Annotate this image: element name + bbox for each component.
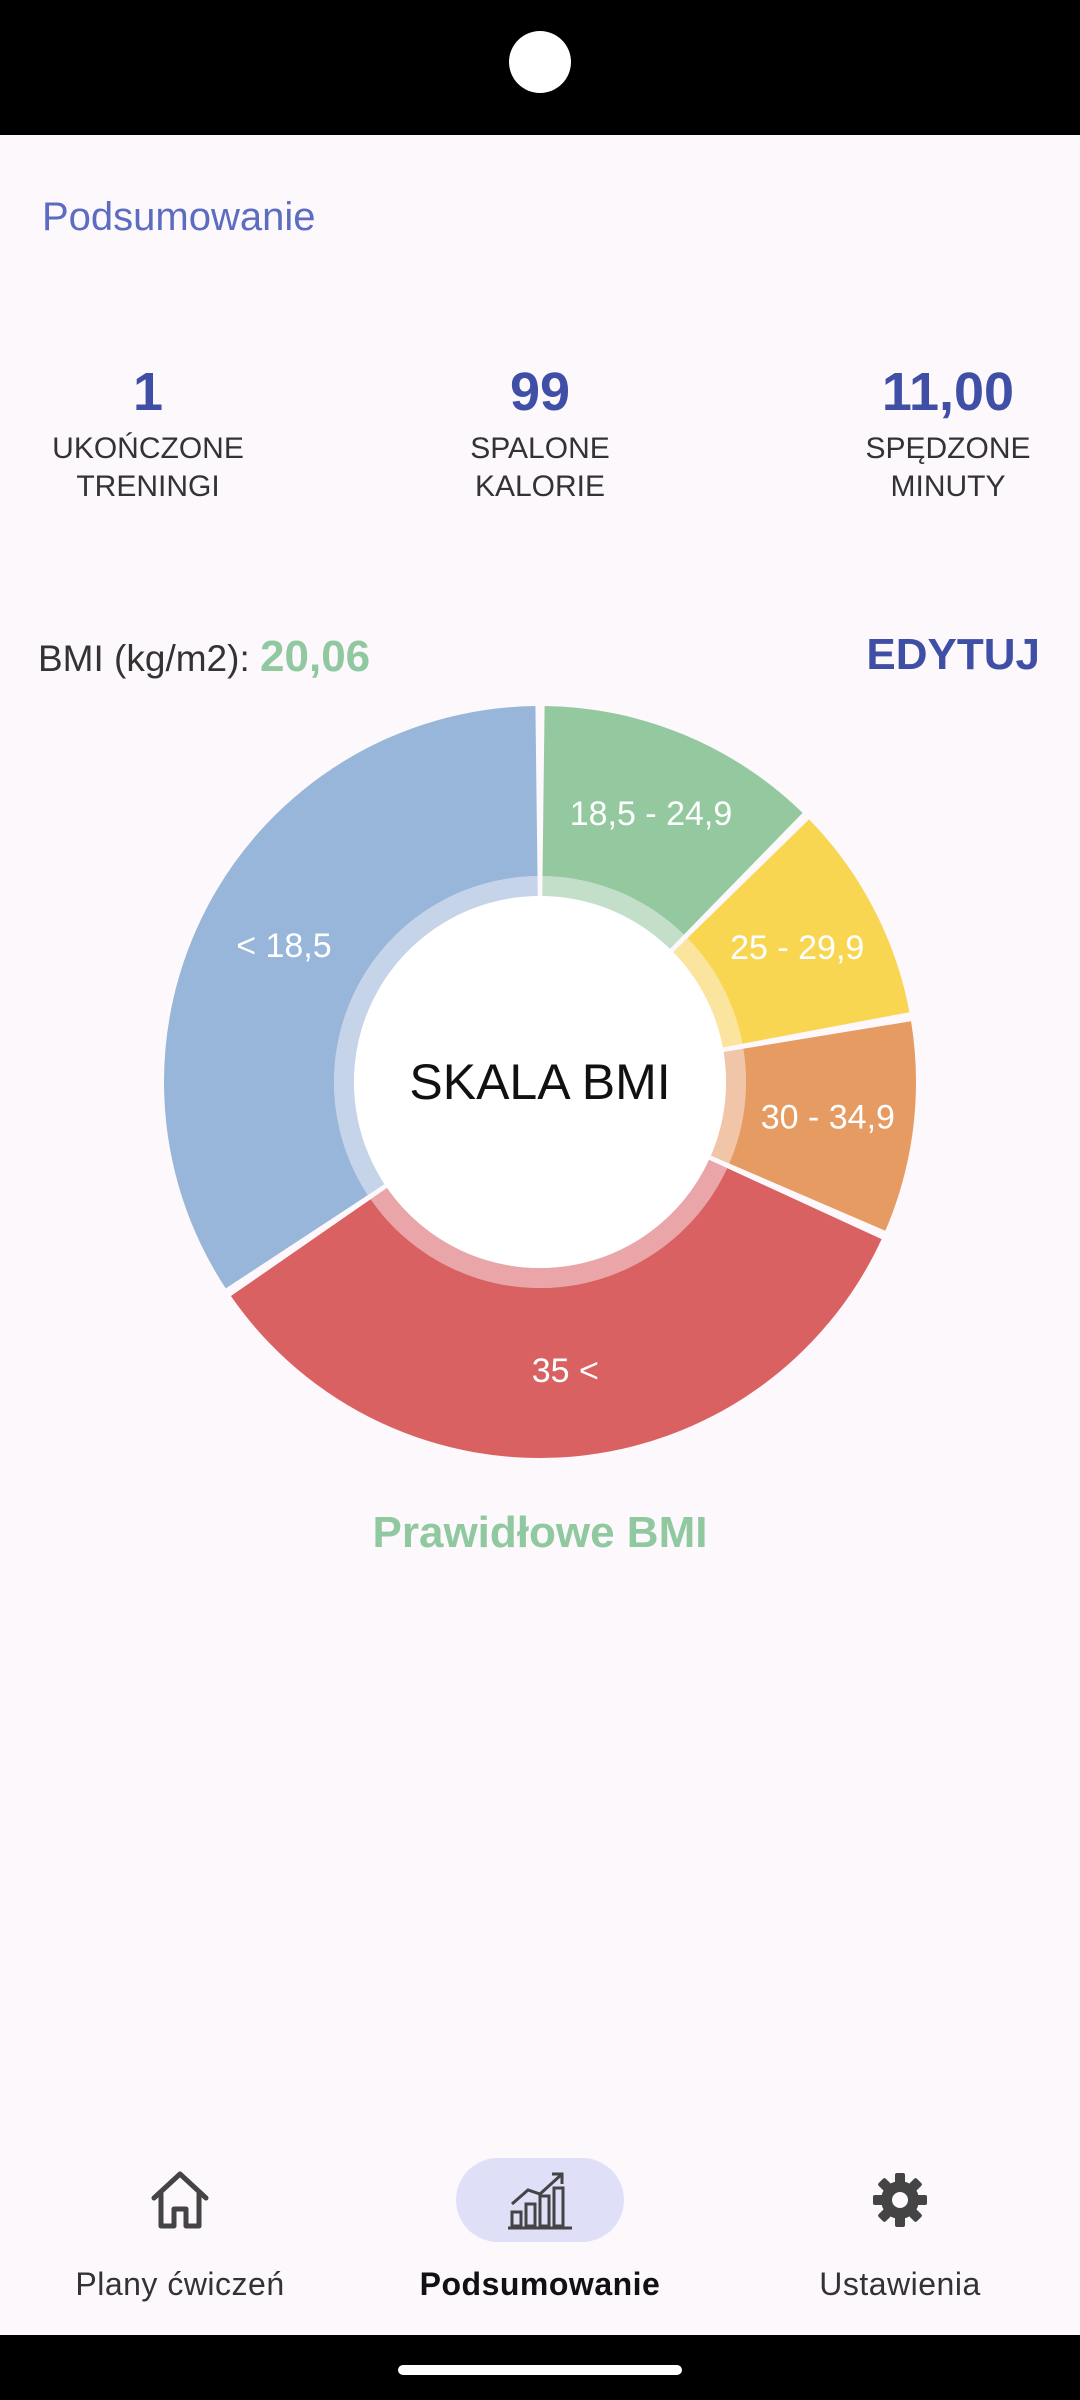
chart-center-label: SKALA BMI	[409, 1054, 670, 1110]
nav-label: Ustawienia	[819, 2266, 981, 2302]
nav-label: Podsumowanie	[419, 2266, 661, 2302]
home-gesture-handle[interactable]	[398, 2365, 682, 2375]
chart-icon	[508, 2172, 572, 2230]
bmi-slice-label: 30 - 34,9	[761, 1098, 895, 1136]
bmi-slice-label: < 18,5	[236, 927, 331, 965]
bmi-slice-label: 25 - 29,9	[730, 929, 864, 967]
bmi-slice-label: 18,5 - 24,9	[570, 795, 733, 833]
nav-icon-wrap	[96, 2158, 264, 2242]
home-icon	[151, 2171, 209, 2229]
nav-item-summary[interactable]: Podsumowanie	[360, 2130, 720, 2335]
nav-icon-wrap	[816, 2158, 984, 2242]
nav-item-settings[interactable]: Ustawienia	[720, 2130, 1080, 2335]
nav-icon-wrap-active	[456, 2158, 624, 2242]
bmi-status: Prawidłowe BMI	[372, 1508, 708, 1557]
nav-item-plans[interactable]: Plany ćwiczeń	[0, 2130, 360, 2335]
bmi-slice-label: 35 <	[532, 1352, 599, 1390]
bmi-scale-chart: SKALA BMI < 18,5 18,5 - 24,9 25 - 29,9 30 -…	[164, 706, 916, 1458]
gear-icon	[873, 2173, 927, 2227]
nav-label: Plany ćwiczeń	[75, 2266, 285, 2302]
bottom-navigation: Plany ćwiczeń Podsumowanie Ustawienia	[0, 2130, 1080, 2335]
